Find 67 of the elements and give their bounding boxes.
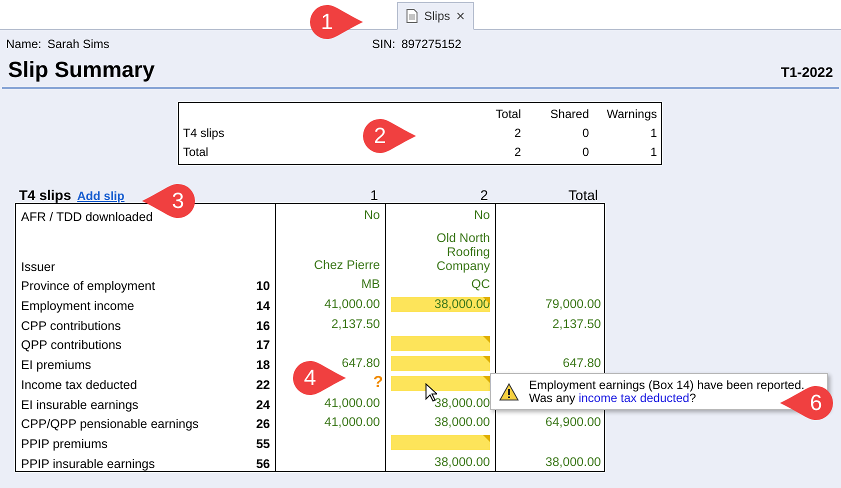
table-cell: No	[386, 204, 496, 224]
table-cell: MB	[276, 274, 386, 294]
row-label: Total	[183, 144, 210, 161]
sin-value: 897275152	[401, 37, 462, 51]
box-number: 14	[256, 299, 270, 314]
column-header: Total	[567, 187, 599, 203]
document-icon	[406, 9, 418, 23]
table-cell-text: 0	[581, 144, 589, 161]
table-cell-text: 64,900.00	[544, 414, 602, 432]
table-cell: 41,000.00	[276, 293, 386, 314]
row-label: EI premiums	[21, 358, 92, 372]
box-number: 10	[256, 279, 270, 294]
table-cell: No	[276, 204, 386, 224]
box-number: 18	[256, 358, 270, 372]
row-label: CPP contributions	[21, 318, 121, 333]
table-cell: 41,000.00	[276, 412, 386, 432]
table-cell-text: 2	[513, 144, 521, 161]
page-title: Slip Summary	[8, 57, 155, 83]
table-cell-text: 2,137.50	[551, 316, 602, 333]
row-label: Income tax deducted	[21, 378, 138, 392]
table-cell-text: 2	[513, 125, 521, 142]
row-label: PPIP insurable earnings	[21, 456, 155, 471]
cursor-icon	[425, 383, 437, 402]
row-label: CPP/QPP pensionable earnings	[21, 417, 199, 432]
box-number: 16	[256, 318, 270, 333]
table-cell-text: 647.80	[562, 355, 602, 372]
column-header: 1	[369, 187, 379, 203]
close-button[interactable]: ×	[456, 8, 465, 24]
table-cell: Old North Roofing Company	[386, 224, 496, 274]
box-number: 22	[256, 378, 270, 392]
box-number: 26	[256, 417, 270, 432]
table-cell-text: 79,000.00	[544, 296, 602, 314]
table-cell-text: 1	[649, 125, 657, 142]
row-label: AFR / TDD downloaded	[21, 210, 153, 224]
name-label: Name:	[6, 37, 42, 51]
name-value: Sarah Sims	[47, 37, 110, 51]
row-label: QPP contributions	[21, 338, 122, 352]
column-header: Total	[494, 106, 521, 123]
row-label: Employment income	[21, 299, 134, 314]
table-cell-text: 0	[581, 125, 589, 142]
box-number: 24	[256, 398, 270, 412]
box-number: 56	[256, 456, 270, 471]
table-cell-text: 1	[649, 144, 657, 161]
box-number: 55	[256, 436, 270, 451]
tooltip-text: Employment earnings (Box 14) have been reported.	[529, 378, 804, 392]
add-slip-link[interactable]: Add slip	[77, 189, 124, 203]
row-label: EI insurable earnings	[21, 398, 138, 412]
table-cell: 2,137.50	[276, 313, 386, 333]
table-cell-text: 38,000.00	[544, 454, 602, 471]
table-cell: 38,000.00	[386, 412, 496, 432]
sin-label: SIN:	[372, 37, 396, 51]
tax-link[interactable]: income tax deducted	[578, 390, 690, 404]
tax-year: T1-2022	[780, 64, 833, 80]
column-header: Warnings	[606, 106, 657, 123]
row-label: Issuer	[21, 260, 56, 274]
row-label: Province of employment	[21, 279, 156, 294]
row-label: T4 slips	[183, 125, 226, 142]
table-cell: Chez Pierre	[276, 224, 386, 274]
box-number: 17	[256, 338, 270, 352]
column-header: Shared	[549, 106, 589, 123]
table-cell: QC	[386, 274, 496, 294]
row-label: PPIP premiums	[21, 436, 108, 451]
table-cell: 38,000.00	[386, 450, 496, 471]
warning-icon	[499, 382, 519, 400]
slips-tab[interactable]: Slips ×	[397, 2, 474, 30]
section-title: T4 slips	[19, 187, 72, 203]
column-header: 2	[479, 187, 489, 203]
